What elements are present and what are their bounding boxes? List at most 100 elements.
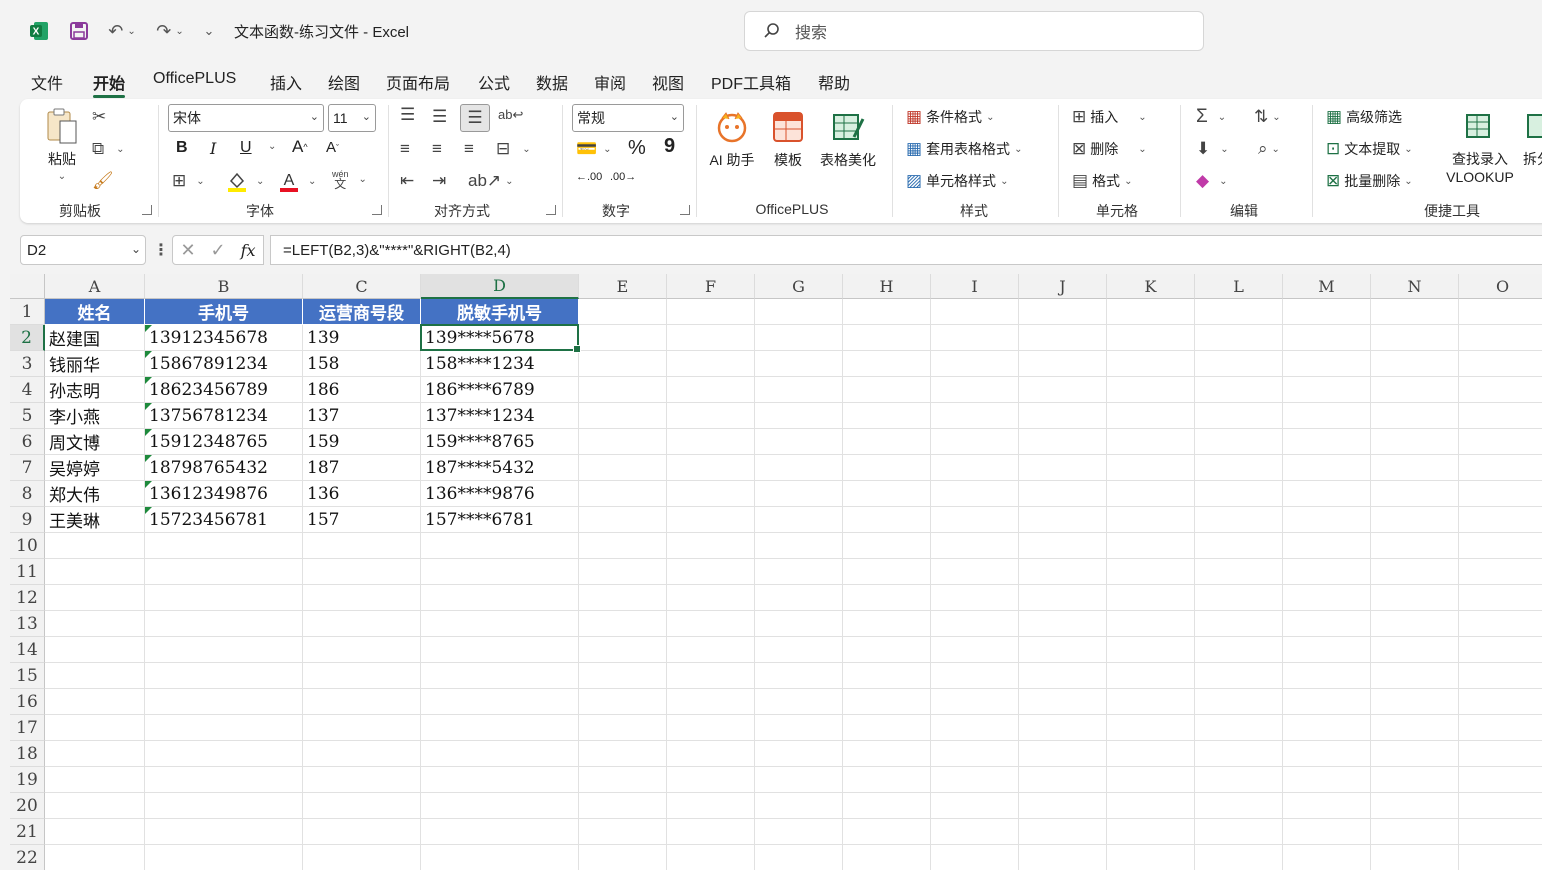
cell-j11[interactable] bbox=[1019, 559, 1107, 585]
cell-n12[interactable] bbox=[1371, 585, 1459, 611]
row-header-1[interactable]: 1 bbox=[10, 299, 45, 325]
cell-j9[interactable] bbox=[1019, 507, 1107, 533]
vlookup-button[interactable]: 查找录入 VLOOKUP bbox=[1440, 111, 1520, 185]
cell-g6[interactable] bbox=[755, 429, 843, 455]
number-launcher-icon[interactable] bbox=[680, 205, 690, 215]
batch-delete-button[interactable]: ⊠ 批量删除 ⌄ bbox=[1326, 171, 1413, 191]
ai-assistant-button[interactable]: AI 助手 bbox=[706, 109, 758, 170]
cell-h12[interactable] bbox=[843, 585, 931, 611]
cell-o18[interactable] bbox=[1459, 741, 1542, 767]
clipboard-launcher-icon[interactable] bbox=[142, 205, 152, 215]
cell-d1[interactable]: 脱敏手机号 bbox=[421, 299, 579, 325]
cell-a14[interactable] bbox=[45, 637, 145, 663]
cell-l19[interactable] bbox=[1195, 767, 1283, 793]
cell-b17[interactable] bbox=[145, 715, 303, 741]
cell-g7[interactable] bbox=[755, 455, 843, 481]
cell-a21[interactable] bbox=[45, 819, 145, 845]
cell-n1[interactable] bbox=[1371, 299, 1459, 325]
cell-c16[interactable] bbox=[303, 689, 421, 715]
cell-h13[interactable] bbox=[843, 611, 931, 637]
row-header-14[interactable]: 14 bbox=[10, 637, 45, 663]
cell-m1[interactable] bbox=[1283, 299, 1371, 325]
cell-n17[interactable] bbox=[1371, 715, 1459, 741]
cell-o6[interactable] bbox=[1459, 429, 1542, 455]
decrease-indent-button[interactable]: ⇤ bbox=[400, 171, 414, 191]
wrap-text-button[interactable]: ab↩ bbox=[498, 105, 523, 125]
cell-c10[interactable] bbox=[303, 533, 421, 559]
select-all-corner[interactable] bbox=[10, 274, 45, 299]
cell-f15[interactable] bbox=[667, 663, 755, 689]
cell-c11[interactable] bbox=[303, 559, 421, 585]
percent-button[interactable]: % bbox=[628, 137, 646, 160]
cell-a20[interactable] bbox=[45, 793, 145, 819]
cell-f18[interactable] bbox=[667, 741, 755, 767]
cell-d15[interactable] bbox=[421, 663, 579, 689]
cell-h5[interactable] bbox=[843, 403, 931, 429]
cell-k16[interactable] bbox=[1107, 689, 1195, 715]
cell-g17[interactable] bbox=[755, 715, 843, 741]
cut-button[interactable]: ✂ bbox=[92, 107, 106, 127]
row-header-8[interactable]: 8 bbox=[10, 481, 45, 507]
row-header-16[interactable]: 16 bbox=[10, 689, 45, 715]
cell-j19[interactable] bbox=[1019, 767, 1107, 793]
cell-e1[interactable] bbox=[579, 299, 667, 325]
cell-i12[interactable] bbox=[931, 585, 1019, 611]
cell-g9[interactable] bbox=[755, 507, 843, 533]
row-header-17[interactable]: 17 bbox=[10, 715, 45, 741]
cell-g8[interactable] bbox=[755, 481, 843, 507]
cell-c21[interactable] bbox=[303, 819, 421, 845]
search-input[interactable]: 搜索 bbox=[744, 11, 1204, 51]
cell-b19[interactable] bbox=[145, 767, 303, 793]
cell-n19[interactable] bbox=[1371, 767, 1459, 793]
cell-i21[interactable] bbox=[931, 819, 1019, 845]
cell-b6[interactable]: 15912348765 bbox=[145, 429, 303, 455]
clear-button[interactable]: ◆ ⌄ bbox=[1196, 171, 1227, 191]
tab-data[interactable]: 数据 bbox=[536, 70, 568, 96]
underline-dropdown[interactable]: ⌄ bbox=[264, 141, 276, 152]
cell-j13[interactable] bbox=[1019, 611, 1107, 637]
cell-n13[interactable] bbox=[1371, 611, 1459, 637]
cell-m11[interactable] bbox=[1283, 559, 1371, 585]
cell-i14[interactable] bbox=[931, 637, 1019, 663]
cell-n20[interactable] bbox=[1371, 793, 1459, 819]
cell-g21[interactable] bbox=[755, 819, 843, 845]
name-box[interactable]: D2 ⌄ bbox=[20, 235, 146, 265]
cell-m16[interactable] bbox=[1283, 689, 1371, 715]
cell-g12[interactable] bbox=[755, 585, 843, 611]
number-format-select[interactable]: 常规 ⌄ bbox=[572, 104, 684, 132]
cell-m13[interactable] bbox=[1283, 611, 1371, 637]
cell-o4[interactable] bbox=[1459, 377, 1542, 403]
cell-g4[interactable] bbox=[755, 377, 843, 403]
cell-d4[interactable]: 186****6789 bbox=[421, 377, 579, 403]
cell-m2[interactable] bbox=[1283, 325, 1371, 351]
cell-o20[interactable] bbox=[1459, 793, 1542, 819]
cell-l16[interactable] bbox=[1195, 689, 1283, 715]
cell-b3[interactable]: 15867891234 bbox=[145, 351, 303, 377]
cell-m22[interactable] bbox=[1283, 845, 1371, 870]
cell-o22[interactable] bbox=[1459, 845, 1542, 870]
cell-k15[interactable] bbox=[1107, 663, 1195, 689]
tab-home[interactable]: 开始 bbox=[93, 70, 126, 98]
cell-m6[interactable] bbox=[1283, 429, 1371, 455]
merge-center-button[interactable]: ⊟ ⌄ bbox=[496, 139, 531, 159]
row-header-19[interactable]: 19 bbox=[10, 767, 45, 793]
cell-k4[interactable] bbox=[1107, 377, 1195, 403]
cell-d6[interactable]: 159****8765 bbox=[421, 429, 579, 455]
cell-b15[interactable] bbox=[145, 663, 303, 689]
cell-n3[interactable] bbox=[1371, 351, 1459, 377]
cell-k20[interactable] bbox=[1107, 793, 1195, 819]
cell-e12[interactable] bbox=[579, 585, 667, 611]
cell-m3[interactable] bbox=[1283, 351, 1371, 377]
cell-c15[interactable] bbox=[303, 663, 421, 689]
cell-h3[interactable] bbox=[843, 351, 931, 377]
cell-l3[interactable] bbox=[1195, 351, 1283, 377]
cell-k12[interactable] bbox=[1107, 585, 1195, 611]
cell-k9[interactable] bbox=[1107, 507, 1195, 533]
cancel-icon[interactable]: ✕ bbox=[180, 240, 195, 261]
cell-i18[interactable] bbox=[931, 741, 1019, 767]
cell-k10[interactable] bbox=[1107, 533, 1195, 559]
phonetic-button[interactable]: wén 文 ⌄ bbox=[332, 169, 367, 190]
cell-n16[interactable] bbox=[1371, 689, 1459, 715]
cell-o7[interactable] bbox=[1459, 455, 1542, 481]
cell-g2[interactable] bbox=[755, 325, 843, 351]
